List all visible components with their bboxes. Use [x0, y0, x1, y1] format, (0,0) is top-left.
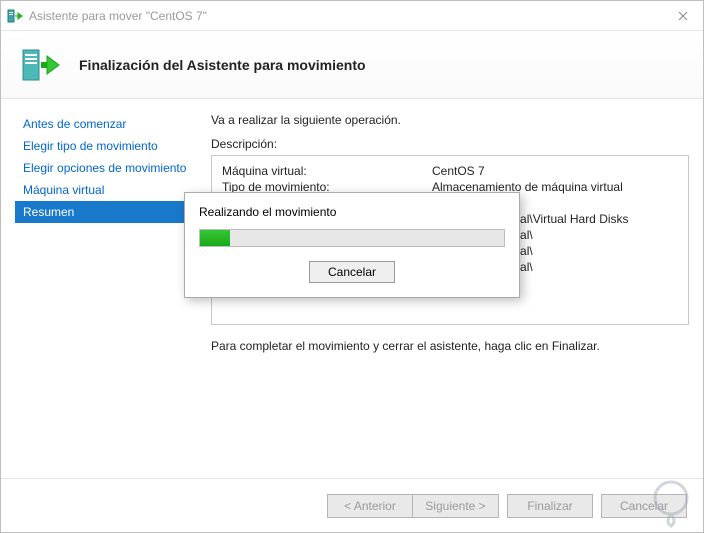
progress-fill — [200, 230, 230, 246]
footer-text: Para completar el movimiento y cerrar el… — [211, 339, 689, 353]
window-title: Asistente para mover "CentOS 7" — [29, 9, 663, 23]
back-button[interactable]: < Anterior — [327, 494, 413, 518]
step-move-options[interactable]: Elegir opciones de movimiento — [15, 157, 197, 179]
progress-bar — [199, 229, 505, 247]
row-vm: Máquina virtual: CentOS 7 — [222, 164, 678, 178]
row-vm-val: CentOS 7 — [432, 164, 678, 178]
server-move-icon — [19, 44, 61, 86]
step-before-begin[interactable]: Antes de comenzar — [15, 113, 197, 135]
titlebar: Asistente para mover "CentOS 7" — [1, 1, 703, 31]
row-vm-key: Máquina virtual: — [222, 164, 432, 178]
wizard-header: Finalización del Asistente para movimien… — [1, 31, 703, 99]
step-summary[interactable]: Resumen — [15, 201, 197, 223]
page-title: Finalización del Asistente para movimien… — [79, 57, 366, 73]
next-button[interactable]: Siguiente > — [413, 494, 499, 518]
wizard-buttons: < Anterior Siguiente > Finalizar Cancela… — [1, 478, 703, 532]
progress-title: Realizando el movimiento — [199, 205, 505, 219]
step-move-type[interactable]: Elegir tipo de movimiento — [15, 135, 197, 157]
description-label: Descripción: — [211, 137, 689, 151]
steps-sidebar: Antes de comenzar Elegir tipo de movimie… — [15, 113, 197, 478]
step-virtual-machine[interactable]: Máquina virtual — [15, 179, 197, 201]
cancel-button[interactable]: Cancelar — [601, 494, 687, 518]
app-icon — [7, 8, 23, 24]
progress-dialog: Realizando el movimiento Cancelar — [184, 192, 520, 298]
intro-text: Va a realizar la siguiente operación. — [211, 113, 689, 127]
progress-cancel-button[interactable]: Cancelar — [309, 261, 395, 283]
finish-button[interactable]: Finalizar — [507, 494, 593, 518]
wizard-window: Asistente para mover "CentOS 7" Finaliza… — [0, 0, 704, 533]
close-button[interactable] — [663, 1, 703, 31]
